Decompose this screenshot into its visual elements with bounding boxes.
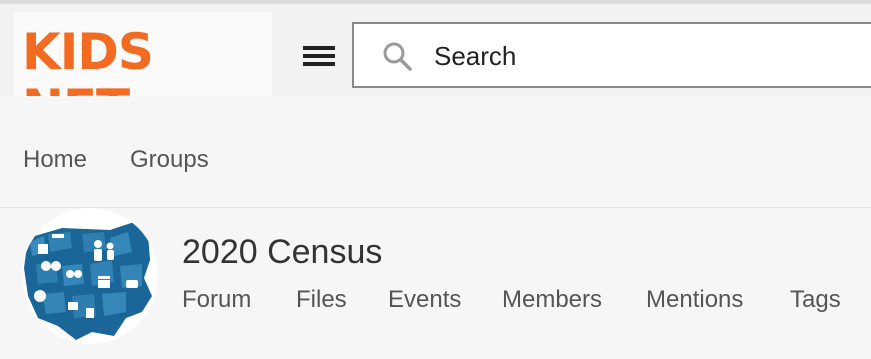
search-box [352, 22, 871, 88]
tab-members[interactable]: Members [502, 286, 602, 314]
tab-files[interactable]: Files [296, 286, 347, 314]
nav-groups-link[interactable]: Groups [130, 146, 209, 174]
tab-mentions[interactable]: Mentions [646, 286, 743, 314]
search-input[interactable] [434, 38, 854, 74]
tab-forum[interactable]: Forum [182, 286, 251, 314]
group-avatar[interactable] [22, 208, 158, 344]
group-title: 2020 Census [182, 233, 383, 271]
group-header: 2020 Census Forum Files Events Members M… [0, 208, 871, 359]
nav-home-link[interactable]: Home [23, 146, 87, 174]
breadcrumb-nav: Home Groups [0, 96, 871, 208]
hamburger-menu-icon[interactable] [303, 44, 335, 68]
site-logo[interactable]: KIDS NET [14, 12, 272, 136]
us-map-icon [22, 208, 158, 344]
search-icon [383, 42, 412, 71]
top-bar: KIDS NET [0, 0, 871, 136]
tab-events[interactable]: Events [388, 286, 461, 314]
tab-tags[interactable]: Tags [790, 286, 841, 314]
